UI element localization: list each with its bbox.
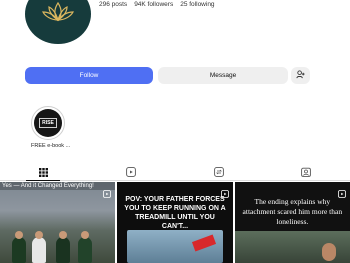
profile-avatar[interactable] xyxy=(25,0,91,44)
red-arrow-graphic xyxy=(191,234,216,252)
tab-tagged[interactable] xyxy=(263,166,350,180)
posts-count[interactable]: 296 posts xyxy=(99,1,127,8)
reel-icon xyxy=(338,185,346,203)
story-highlight[interactable]: RISE xyxy=(31,106,65,140)
post-tile[interactable]: Yes — And it Changed Everything! xyxy=(0,182,116,263)
post-caption: Yes — And it Changed Everything! xyxy=(0,182,116,190)
highlight-cover-text: RISE xyxy=(39,118,57,128)
followers-count[interactable]: 94K followers xyxy=(134,1,173,8)
profile-stats: 296 posts 94K followers 25 following xyxy=(99,1,215,8)
tab-reels[interactable] xyxy=(88,166,176,180)
post-thumbnail-scene xyxy=(127,230,223,263)
reel-icon xyxy=(220,185,229,203)
person-graphic xyxy=(321,243,336,261)
lotus-logo-icon xyxy=(41,1,75,28)
add-person-icon xyxy=(296,70,305,81)
following-count[interactable]: 25 following xyxy=(180,1,214,8)
post-caption: POV: YOUR FATHER FORCES YOU TO KEEP RUNN… xyxy=(124,196,226,230)
post-tile[interactable]: The ending explains why attachment scare… xyxy=(234,182,350,263)
post-thumbnail-people xyxy=(8,231,98,263)
tab-reposts[interactable] xyxy=(175,166,263,180)
add-person-button[interactable] xyxy=(291,67,310,84)
active-tab-indicator xyxy=(26,180,60,181)
profile-tabs xyxy=(0,166,350,180)
tab-posts-grid[interactable] xyxy=(0,166,88,180)
post-thumbnail-scene xyxy=(234,231,350,263)
post-tile[interactable]: POV: YOUR FATHER FORCES YOU TO KEEP RUNN… xyxy=(117,182,233,263)
highlight-label[interactable]: FREE e-book ... xyxy=(31,143,70,149)
post-caption: The ending explains why attachment scare… xyxy=(242,197,343,226)
profile-actions: Follow Message xyxy=(25,67,310,84)
message-button[interactable]: Message xyxy=(158,67,288,84)
highlight-cover: RISE xyxy=(34,109,62,137)
follow-button[interactable]: Follow xyxy=(25,67,153,84)
reel-icon xyxy=(103,185,112,203)
posts-grid: Yes — And it Changed Everything! POV: YO… xyxy=(0,182,350,263)
